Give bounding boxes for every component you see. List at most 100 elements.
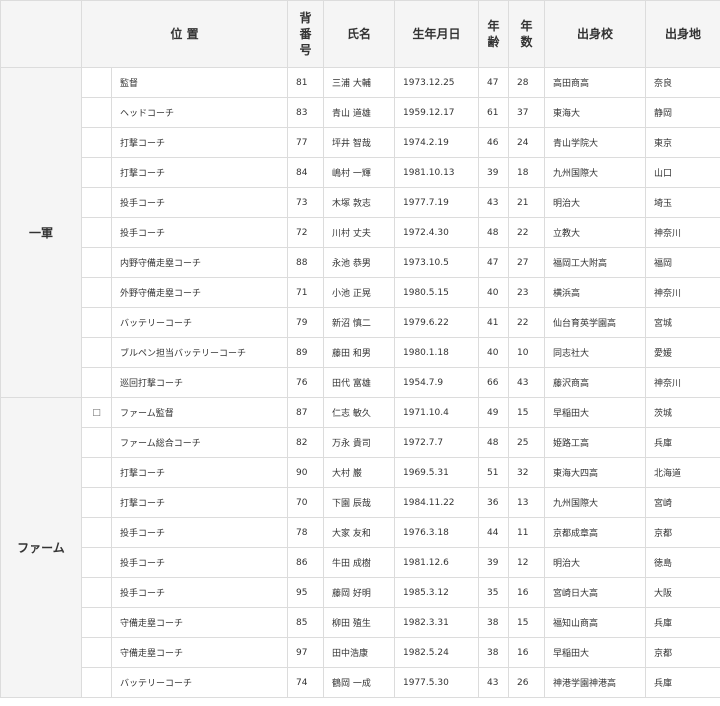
position-cell: 外野守備走塁コーチ [111, 277, 288, 308]
age-cell: 40 [478, 337, 509, 368]
years-cell: 21 [508, 187, 545, 218]
age-cell: 47 [478, 67, 509, 98]
name-cell: 田代 富雄 [323, 367, 395, 398]
header-school: 出身校 [544, 0, 646, 68]
header-number: 背番号 [287, 0, 324, 68]
position-cell: ファーム総合コーチ [111, 427, 288, 458]
number-cell: 97 [287, 637, 324, 668]
table-row: バッテリーコーチ 74 鶴岡 一成 1977.5.30 43 26 神港学園神港高 兵庫 [1, 667, 720, 698]
years-cell: 16 [508, 577, 545, 608]
name-cell: 永池 恭男 [323, 247, 395, 278]
name-cell: 大村 巌 [323, 457, 395, 488]
table-row: ファーム総合コーチ 82 万永 貴司 1972.7.7 48 25 姫路工高 兵庫 [1, 427, 720, 458]
position-cell: バッテリーコーチ [111, 307, 288, 338]
hometown-cell: 東京 [645, 127, 720, 158]
position-cell: 打撃コーチ [111, 457, 288, 488]
position-cell: 打撃コーチ [111, 127, 288, 158]
age-cell: 48 [478, 427, 509, 458]
position-cell: ファーム監督 [111, 397, 288, 428]
header-birthdate: 生年月日 [394, 0, 479, 68]
number-cell: 87 [287, 397, 324, 428]
header-position: 位 置 [81, 0, 288, 68]
birthdate-cell: 1982.5.24 [394, 637, 479, 668]
row-mark [81, 547, 112, 578]
school-cell: 京都成章高 [544, 517, 646, 548]
hometown-cell: 京都 [645, 637, 720, 668]
hometown-cell: 宮崎 [645, 487, 720, 518]
row-mark [81, 607, 112, 638]
number-cell: 86 [287, 547, 324, 578]
position-cell: 守備走塁コーチ [111, 607, 288, 638]
years-cell: 15 [508, 607, 545, 638]
table-row: 投手コーチ 95 藤岡 好明 1985.3.12 35 16 宮崎日大高 大阪 [1, 577, 720, 608]
hometown-cell: 神奈川 [645, 217, 720, 248]
years-cell: 26 [508, 667, 545, 698]
row-mark [81, 247, 112, 278]
table-row: 守備走塁コーチ 85 柳田 殖生 1982.3.31 38 15 福知山商高 兵庫 [1, 607, 720, 638]
school-cell: 九州国際大 [544, 157, 646, 188]
school-cell: 早稲田大 [544, 397, 646, 428]
row-mark [81, 97, 112, 128]
hometown-cell: 神奈川 [645, 367, 720, 398]
row-mark [81, 637, 112, 668]
age-cell: 66 [478, 367, 509, 398]
years-cell: 13 [508, 487, 545, 518]
birthdate-cell: 1974.2.19 [394, 127, 479, 158]
number-cell: 70 [287, 487, 324, 518]
row-mark: □ [81, 397, 112, 428]
name-cell: 万永 貴司 [323, 427, 395, 458]
header-group-blank [0, 0, 82, 68]
hometown-cell: 京都 [645, 517, 720, 548]
school-cell: 早稲田大 [544, 637, 646, 668]
table-row: 打撃コーチ 84 嶋村 一輝 1981.10.13 39 18 九州国際大 山口 [1, 157, 720, 188]
number-cell: 95 [287, 577, 324, 608]
table-row: 投手コーチ 72 川村 丈夫 1972.4.30 48 22 立教大 神奈川 [1, 217, 720, 248]
group-label: ファーム [0, 397, 82, 698]
birthdate-cell: 1981.10.13 [394, 157, 479, 188]
years-cell: 32 [508, 457, 545, 488]
group-label: 一軍 [0, 67, 82, 398]
birthdate-cell: 1971.10.4 [394, 397, 479, 428]
number-cell: 73 [287, 187, 324, 218]
position-cell: ヘッドコーチ [111, 97, 288, 128]
number-cell: 88 [287, 247, 324, 278]
number-cell: 89 [287, 337, 324, 368]
school-cell: 高田商高 [544, 67, 646, 98]
row-mark [81, 217, 112, 248]
table-row: 一軍 監督 81 三浦 大輔 1973.12.25 47 28 高田商高 奈良 [0, 67, 720, 398]
hometown-cell: 山口 [645, 157, 720, 188]
row-mark [81, 157, 112, 188]
years-cell: 11 [508, 517, 545, 548]
school-cell: 立教大 [544, 217, 646, 248]
header-years: 年数 [508, 0, 545, 68]
table-row: 内野守備走塁コーチ 88 永池 恭男 1973.10.5 47 27 福岡工大附高 福岡 [1, 247, 720, 278]
school-cell: 東海大四高 [544, 457, 646, 488]
number-cell: 81 [287, 67, 324, 98]
age-cell: 38 [478, 637, 509, 668]
position-cell: 監督 [111, 67, 288, 98]
header-name: 氏名 [323, 0, 395, 68]
hometown-cell: 大阪 [645, 577, 720, 608]
age-cell: 49 [478, 397, 509, 428]
hometown-cell: 埼玉 [645, 187, 720, 218]
name-cell: 新沼 慎二 [323, 307, 395, 338]
age-cell: 43 [478, 187, 509, 218]
number-cell: 84 [287, 157, 324, 188]
name-cell: 大家 友和 [323, 517, 395, 548]
position-cell: 打撃コーチ [111, 157, 288, 188]
years-cell: 37 [508, 97, 545, 128]
number-cell: 83 [287, 97, 324, 128]
table-row: 外野守備走塁コーチ 71 小池 正晃 1980.5.15 40 23 横浜高 神奈川 [1, 277, 720, 308]
number-cell: 71 [287, 277, 324, 308]
hometown-cell: 茨城 [645, 397, 720, 428]
school-cell: 明治大 [544, 547, 646, 578]
hometown-cell: 神奈川 [645, 277, 720, 308]
hometown-cell: 愛媛 [645, 337, 720, 368]
years-cell: 28 [508, 67, 545, 98]
hometown-cell: 兵庫 [645, 607, 720, 638]
name-cell: 仁志 敏久 [323, 397, 395, 428]
row-mark [81, 457, 112, 488]
age-cell: 38 [478, 607, 509, 638]
school-cell: 九州国際大 [544, 487, 646, 518]
name-cell: 木塚 敦志 [323, 187, 395, 218]
